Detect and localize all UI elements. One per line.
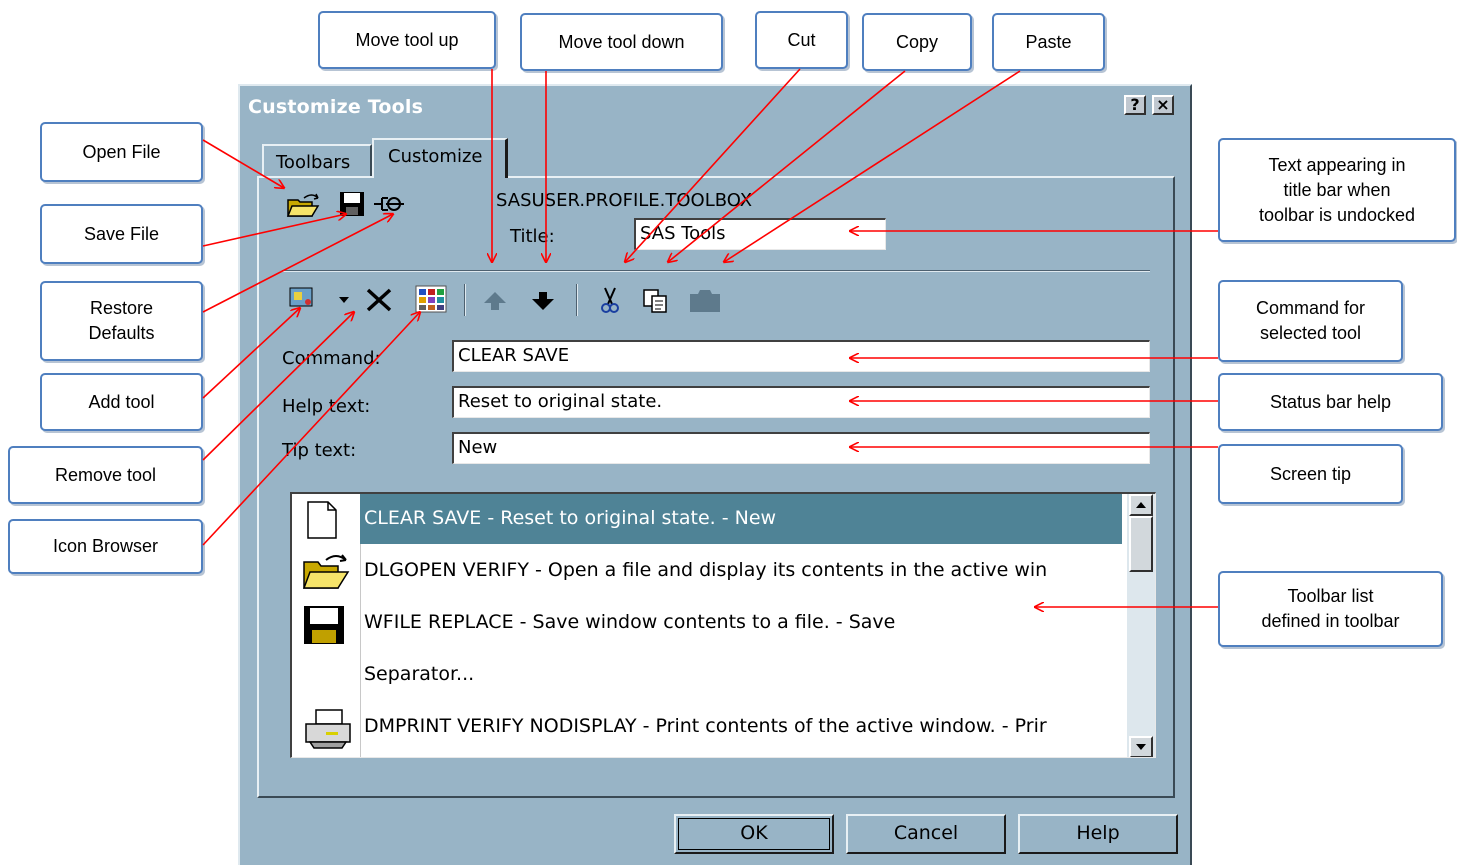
list-item[interactable]: DMPRINT VERIFY NODISPLAY - Print content… — [292, 702, 1122, 754]
callout-move-tool-up: Move tool up — [318, 11, 496, 69]
help-button[interactable]: Help — [1018, 814, 1178, 854]
tip-text-label: Tip text: — [282, 440, 357, 461]
list-item[interactable]: DLGOPEN VERIFY - Open a file and display… — [292, 546, 1122, 598]
tab-toolbars[interactable]: Toolbars — [262, 144, 372, 176]
callout-add-tool: Add tool — [40, 373, 203, 431]
open-file-icon[interactable] — [286, 192, 322, 218]
printer-icon — [305, 709, 351, 749]
title-label: Title: — [510, 226, 555, 247]
remove-tool-icon[interactable] — [364, 286, 394, 314]
command-label: Command: — [282, 348, 381, 369]
scroll-up-arrow-icon — [1136, 502, 1146, 508]
paste-icon[interactable] — [688, 288, 722, 314]
restore-defaults-icon[interactable] — [372, 192, 406, 218]
list-item-text: DMPRINT VERIFY NODISPLAY - Print content… — [364, 715, 1047, 737]
move-tool-up-icon[interactable] — [482, 290, 508, 312]
title-input[interactable]: SAS Tools — [634, 218, 886, 250]
callout-paste: Paste — [992, 13, 1105, 71]
toolbar-separator — [464, 284, 466, 316]
callout-save-file: Save File — [40, 204, 203, 264]
callout-open-file: Open File — [40, 122, 203, 182]
icon-browser-icon[interactable] — [414, 284, 448, 314]
dialog-titlebar: Customize Tools ? × — [244, 90, 1186, 120]
tip-text-input[interactable]: New — [452, 432, 1150, 464]
dialog-title: Customize Tools — [248, 96, 424, 118]
tab-customize[interactable]: Customize — [372, 138, 508, 178]
callout-remove-tool: Remove tool — [8, 446, 203, 504]
divider — [282, 270, 1150, 272]
open-folder-icon — [302, 554, 350, 589]
remove-tool-dropdown-icon[interactable] — [338, 296, 350, 304]
callout-toolbar-list: Toolbar list defined in toolbar — [1218, 571, 1443, 647]
callout-copy: Copy — [862, 13, 972, 71]
list-item-text: Separator... — [364, 663, 475, 685]
help-text-label: Help text: — [282, 396, 371, 417]
callout-status-bar-help: Status bar help — [1218, 373, 1443, 431]
callout-icon-browser: Icon Browser — [8, 519, 203, 574]
command-input[interactable]: CLEAR SAVE — [452, 340, 1150, 372]
callout-move-tool-down: Move tool down — [520, 13, 723, 71]
list-item[interactable]: Separator... — [292, 650, 1122, 702]
close-button[interactable]: × — [1152, 95, 1174, 115]
copy-icon[interactable] — [642, 288, 670, 314]
new-document-icon — [307, 501, 337, 539]
callout-cut: Cut — [755, 11, 848, 69]
customize-tools-dialog: Customize Tools ? × Toolbars Customize S… — [238, 84, 1192, 865]
callout-restore-defaults: Restore Defaults — [40, 281, 203, 361]
move-tool-down-icon[interactable] — [530, 290, 556, 312]
callout-command: Command for selected tool — [1218, 280, 1403, 362]
callout-screen-tip: Screen tip — [1218, 444, 1403, 504]
list-item-text: DLGOPEN VERIFY - Open a file and display… — [364, 559, 1048, 581]
list-item-text: CLEAR SAVE - Reset to original state. - … — [364, 507, 777, 529]
toolbar-separator — [576, 284, 578, 316]
scroll-up-button[interactable] — [1129, 494, 1153, 516]
save-file-icon[interactable] — [338, 190, 366, 218]
cut-icon[interactable] — [598, 286, 622, 314]
add-tool-icon[interactable] — [286, 284, 316, 310]
tool-list-scrollbar[interactable] — [1127, 494, 1155, 757]
help-title-button[interactable]: ? — [1124, 95, 1146, 115]
catalog-entry-label: SASUSER.PROFILE.TOOLBOX — [496, 190, 753, 211]
scroll-down-arrow-icon — [1136, 744, 1146, 750]
callout-title-text: Text appearing in title bar when toolbar… — [1218, 138, 1456, 242]
help-text-input[interactable]: Reset to original state. — [452, 386, 1150, 418]
scroll-down-button[interactable] — [1129, 736, 1153, 757]
scroll-thumb[interactable] — [1129, 516, 1153, 572]
cancel-button[interactable]: Cancel — [846, 814, 1006, 854]
list-item[interactable]: WFILE REPLACE - Save window contents to … — [292, 598, 1122, 650]
floppy-save-icon — [304, 606, 344, 644]
list-item-text: WFILE REPLACE - Save window contents to … — [364, 611, 896, 633]
tool-list[interactable]: CLEAR SAVE - Reset to original state. - … — [290, 492, 1156, 758]
ok-button[interactable]: OK — [674, 814, 834, 854]
list-item[interactable]: CLEAR SAVE - Reset to original state. - … — [292, 494, 1122, 546]
